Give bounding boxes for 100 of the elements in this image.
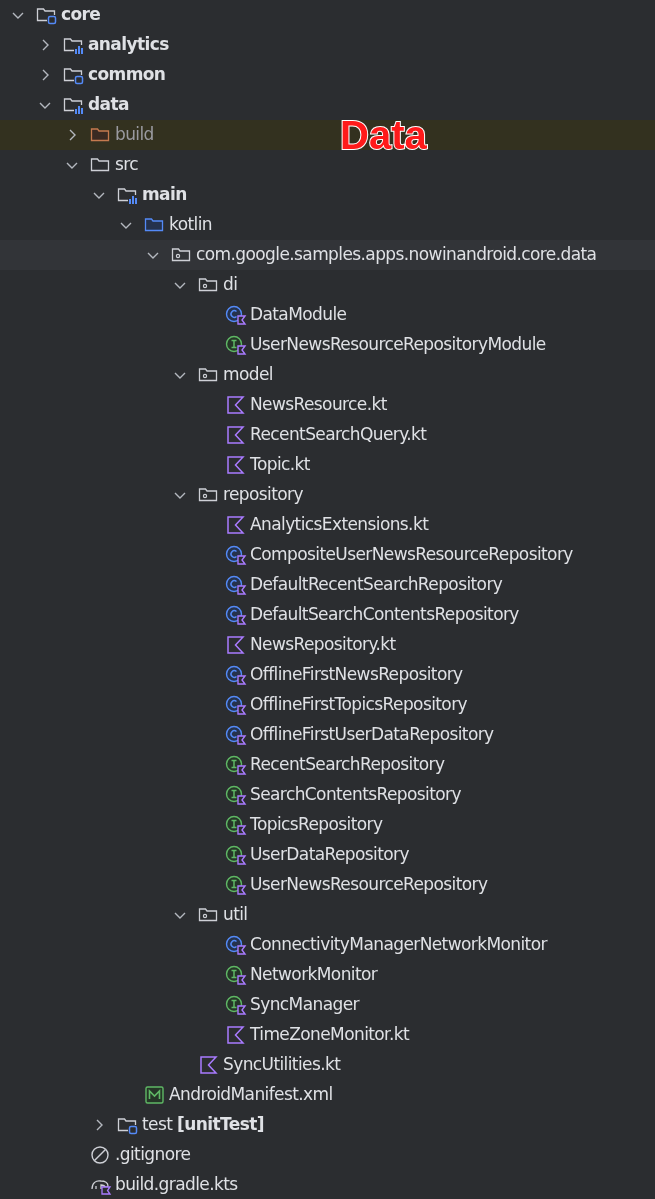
tree-item-label: ConnectivityManagerNetworkMonitor — [250, 933, 547, 957]
tree-item-label: com.google.samples.apps.nowinandroid.core.data — [196, 243, 597, 267]
tree-item-label: build.gradle.kts — [115, 1173, 238, 1197]
class-icon — [225, 305, 247, 325]
tree-item-label: main — [142, 183, 187, 207]
tree-row[interactable]: DataModule — [0, 300, 347, 330]
module-chart-folder-icon — [63, 35, 85, 55]
kotlin-file-icon — [225, 515, 247, 535]
tree-row[interactable]: NewsRepository.kt — [0, 630, 396, 660]
class-icon — [225, 665, 247, 685]
tree-row[interactable]: data — [0, 90, 129, 120]
tree-row[interactable]: SyncManager — [0, 990, 359, 1020]
class-icon — [225, 575, 247, 595]
tree-item-label: model — [223, 363, 273, 387]
kotlin-file-icon — [225, 395, 247, 415]
tree-row[interactable]: NetworkMonitor — [0, 960, 378, 990]
class-icon — [225, 695, 247, 715]
tree-row[interactable]: AnalyticsExtensions.kt — [0, 510, 429, 540]
tree-row[interactable]: AndroidManifest.xml — [0, 1080, 333, 1110]
tree-item-label: AnalyticsExtensions.kt — [250, 513, 429, 537]
manifest-file-icon — [144, 1085, 166, 1105]
kotlin-file-icon — [225, 635, 247, 655]
tree-item-label: SearchContentsRepository — [250, 783, 461, 807]
tree-row[interactable]: common — [0, 60, 166, 90]
tree-item-label: RecentSearchRepository — [250, 753, 445, 777]
tree-row[interactable]: build.gradle.kts — [0, 1170, 238, 1199]
tree-row[interactable]: NewsResource.kt — [0, 390, 387, 420]
tree-row[interactable]: OfflineFirstNewsRepository — [0, 660, 463, 690]
tree-row[interactable]: kotlin — [0, 210, 212, 240]
module-chart-folder-icon — [117, 185, 139, 205]
tree-row[interactable]: di — [0, 270, 238, 300]
tree-item-label: kotlin — [169, 213, 212, 237]
tree-row[interactable]: UserDataRepository — [0, 840, 409, 870]
tree-item-label: SyncUtilities.kt — [223, 1053, 341, 1077]
tree-row[interactable]: main — [0, 180, 187, 210]
interface-icon — [225, 965, 247, 985]
tree-item-label: test [unitTest] — [142, 1113, 264, 1137]
tree-row[interactable]: TimeZoneMonitor.kt — [0, 1020, 410, 1050]
tree-row[interactable]: SearchContentsRepository — [0, 780, 461, 810]
tree-item-label: data — [88, 93, 129, 117]
module-folder-icon — [117, 1115, 139, 1135]
tree-row[interactable]: OfflineFirstTopicsRepository — [0, 690, 468, 720]
tree-item-label: UserDataRepository — [250, 843, 409, 867]
tree-item-label: OfflineFirstTopicsRepository — [250, 693, 468, 717]
tree-row[interactable]: analytics — [0, 30, 169, 60]
tree-item-label: AndroidManifest.xml — [169, 1083, 333, 1107]
annotation-label: Data — [340, 120, 427, 150]
tree-item-label: common — [88, 63, 166, 87]
tree-row[interactable]: ConnectivityManagerNetworkMonitor — [0, 930, 547, 960]
tree-row[interactable]: RecentSearchQuery.kt — [0, 420, 427, 450]
tree-item-label: DefaultRecentSearchRepository — [250, 573, 503, 597]
tree-item-label: NetworkMonitor — [250, 963, 378, 987]
interface-icon — [225, 995, 247, 1015]
tree-item-label: core — [61, 3, 101, 27]
tree-row[interactable]: model — [0, 360, 273, 390]
interface-icon — [225, 755, 247, 775]
tree-row[interactable]: RecentSearchRepository — [0, 750, 445, 780]
tree-item-label: NewsResource.kt — [250, 393, 387, 417]
interface-icon — [225, 815, 247, 835]
interface-icon — [225, 785, 247, 805]
tree-row[interactable]: CompositeUserNewsResourceRepository — [0, 540, 573, 570]
tree-row[interactable]: DefaultRecentSearchRepository — [0, 570, 503, 600]
tree-item-label: build — [115, 123, 154, 147]
tree-row[interactable]: repository — [0, 480, 303, 510]
tree-item-label: TopicsRepository — [250, 813, 383, 837]
tree-row[interactable]: com.google.samples.apps.nowinandroid.core.data — [0, 240, 655, 270]
tree-item-label: UserNewsResourceRepositoryModule — [250, 333, 546, 357]
tree-row[interactable]: UserNewsResourceRepositoryModule — [0, 330, 546, 360]
tree-item-label: RecentSearchQuery.kt — [250, 423, 427, 447]
tree-row[interactable]: Topic.kt — [0, 450, 310, 480]
tree-row[interactable]: test [unitTest] — [0, 1110, 264, 1140]
tree-item-label: TimeZoneMonitor.kt — [250, 1023, 410, 1047]
tree-row[interactable]: DefaultSearchContentsRepository — [0, 600, 519, 630]
interface-icon — [225, 845, 247, 865]
tree-row[interactable]: build Data — [0, 120, 655, 150]
tree-row[interactable]: UserNewsResourceRepository — [0, 870, 488, 900]
tree-item-label: repository — [223, 483, 303, 507]
tree-row[interactable]: SyncUtilities.kt — [0, 1050, 341, 1080]
class-icon — [225, 545, 247, 565]
kotlin-file-icon — [198, 1055, 220, 1075]
tree-item-label: DataModule — [250, 303, 347, 327]
tree-item-label: src — [115, 153, 139, 177]
kotlin-file-icon — [225, 455, 247, 475]
tree-row[interactable]: TopicsRepository — [0, 810, 383, 840]
kotlin-file-icon — [225, 425, 247, 445]
module-folder-icon — [36, 5, 58, 25]
interface-icon — [225, 875, 247, 895]
tree-item-label: OfflineFirstNewsRepository — [250, 663, 463, 687]
interface-icon — [225, 335, 247, 355]
tree-item-label: util — [223, 903, 248, 927]
tree-row[interactable]: util — [0, 900, 248, 930]
module-folder-icon — [63, 65, 85, 85]
tree-row[interactable]: .gitignore — [0, 1140, 191, 1170]
tree-item-label: NewsRepository.kt — [250, 633, 396, 657]
tree-row[interactable]: OfflineFirstUserDataRepository — [0, 720, 494, 750]
tree-row[interactable]: core — [0, 0, 101, 30]
tree-row[interactable]: src — [0, 150, 139, 180]
tree-item-label: .gitignore — [115, 1143, 191, 1167]
ignore-file-icon — [90, 1145, 112, 1165]
kotlin-file-icon — [225, 1025, 247, 1045]
